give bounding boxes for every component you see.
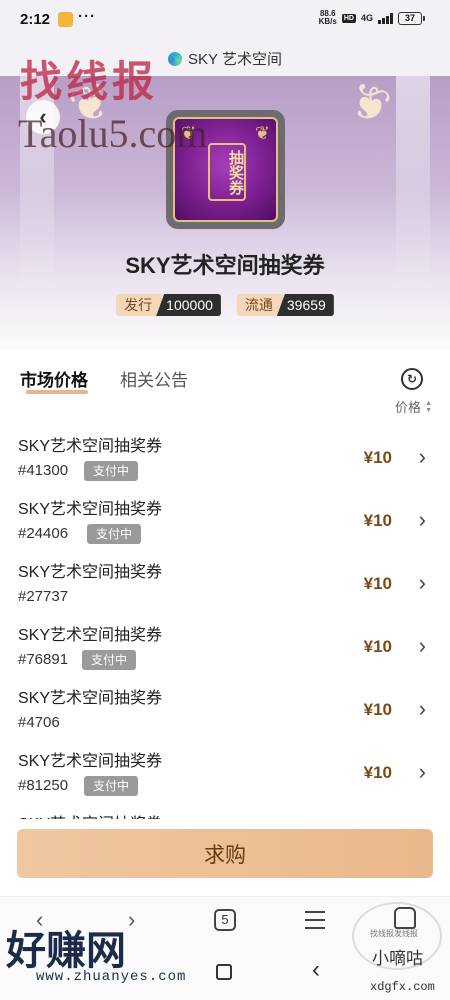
watermark-br-name: 小嘀咕 (372, 949, 423, 968)
chevron-right-icon: › (418, 444, 426, 469)
listing-row[interactable]: SKY艺术空间抽奖券 #41300 ¥10 支付中 › (0, 424, 450, 487)
sort-by-price-button[interactable]: 价格 ▲ ▼ (395, 397, 432, 416)
circulating-stat: 流通 39659 (236, 294, 334, 316)
hd-icon: HD (341, 13, 356, 23)
chevron-right-icon: › (418, 633, 426, 658)
listing-price: ¥10 (363, 511, 392, 530)
status-time: 2:12 (20, 11, 51, 28)
listing-name: SKY艺术空间抽奖券 (18, 810, 162, 819)
recent-apps-icon[interactable] (216, 964, 232, 980)
listing-id: #76891 (18, 651, 69, 668)
listing-price: ¥10 (363, 763, 392, 782)
listing-price: ¥10 (363, 574, 392, 593)
browser-forward-icon[interactable]: › (128, 907, 135, 933)
issued-stat: 发行 100000 (116, 294, 221, 316)
chevron-right-icon: › (418, 570, 426, 595)
status-bar: 2:12 ··· 88.6 KB/s HD 4G 37 (0, 0, 450, 40)
issued-value: 100000 (156, 294, 221, 316)
listing-id: #81250 (18, 777, 69, 794)
watermark-br-url: xdgfx.com (370, 980, 435, 994)
notification-app-icon (58, 12, 73, 27)
supply-stats: 发行 100000 流通 39659 (0, 294, 450, 316)
listing-name: SKY艺术空间抽奖券 (18, 753, 163, 770)
listing-price: ¥10 (363, 700, 392, 719)
watermark-bottom-url: www.zhuanyes.com (36, 969, 187, 985)
listing-list: SKY艺术空间抽奖券 #41300 ¥10 支付中 › SKY艺术空间抽奖券 #24406 ¥… (0, 424, 450, 819)
network-type: 4G (360, 13, 373, 23)
tab-bar: 市场价格 相关公告 ↻ (0, 356, 450, 402)
listing-row[interactable]: SKY艺术空间抽奖券 #27737 ¥10 › (0, 550, 450, 613)
listing-row[interactable]: SKY艺术空间抽奖券 #81250 ¥10 支付中 › (0, 739, 450, 802)
card-label: 抽奖券 (208, 143, 246, 201)
sort-label: 价格 (395, 400, 422, 415)
phoenix-icon: ❦ (254, 123, 270, 143)
watermark-top-en: Taolu5.com (18, 111, 208, 156)
sort-arrows-icon: ▲ ▼ (425, 399, 432, 414)
chevron-right-icon: › (418, 696, 426, 721)
more-notifications-icon: ··· (78, 8, 96, 25)
listing-row[interactable]: SKY艺术空间抽奖券 #24406 ¥10 支付中 › (0, 487, 450, 550)
watermark-br-small: 找线报发线报 (370, 929, 418, 938)
listing-name: SKY艺术空间抽奖券 (18, 627, 163, 644)
watermark-bottom-cn: 好赚网 (6, 929, 126, 973)
battery-icon: 37 (398, 11, 425, 25)
network-speed-unit: KB/s (318, 17, 337, 26)
listing-name: SKY艺术空间抽奖券 (18, 501, 163, 518)
tab-announcements[interactable]: 相关公告 (120, 366, 188, 391)
payment-status-badge: 支付中 (84, 776, 139, 796)
buy-request-button[interactable]: 求购 (17, 829, 433, 878)
system-back-icon[interactable]: ‹ (312, 956, 320, 984)
listing-name: SKY艺术空间抽奖券 (18, 438, 163, 455)
issued-label: 发行 (116, 294, 163, 316)
listing-id: #27737 (18, 588, 69, 605)
browser-menu-icon[interactable] (305, 911, 325, 935)
site-logo-icon (168, 51, 183, 66)
listing-row[interactable]: SKY艺术空间抽奖券 (0, 802, 450, 819)
tab-market-price[interactable]: 市场价格 (20, 366, 88, 391)
listing-id: #24406 (18, 525, 69, 542)
active-tab-indicator (26, 390, 88, 394)
network-speed: 88.6 KB/s (319, 10, 337, 26)
listing-row[interactable]: SKY艺术空间抽奖券 #76891 ¥10 支付中 › (0, 613, 450, 676)
listing-row[interactable]: SKY艺术空间抽奖券 #4706 ¥10 › (0, 676, 450, 739)
signal-icon (378, 12, 393, 24)
listing-price: ¥10 (363, 448, 392, 467)
refresh-icon[interactable]: ↻ (401, 368, 423, 390)
listing-id: #4706 (18, 714, 60, 731)
listing-id: #41300 (18, 462, 69, 479)
collectible-title: SKY艺术空间抽奖券 (125, 253, 325, 278)
status-indicators: 88.6 KB/s HD 4G 37 (319, 10, 425, 26)
browser-tabs-button[interactable]: 5 (214, 909, 236, 931)
listing-name: SKY艺术空间抽奖券 (18, 690, 163, 707)
page-title: SKY 艺术空间 (188, 51, 282, 68)
payment-status-badge: 支付中 (87, 524, 142, 544)
circulating-label: 流通 (236, 294, 283, 316)
chevron-right-icon: › (418, 507, 426, 532)
phoenix-decor-icon: ❦ (343, 76, 397, 136)
chevron-right-icon: › (418, 759, 426, 784)
payment-status-badge: 支付中 (84, 461, 139, 481)
circulating-value: 39659 (276, 294, 334, 316)
watermark-top-cn: 找线报 (20, 58, 159, 105)
payment-status-badge: 支付中 (82, 650, 137, 670)
listing-price: ¥10 (363, 637, 392, 656)
listing-name: SKY艺术空间抽奖券 (18, 564, 163, 581)
